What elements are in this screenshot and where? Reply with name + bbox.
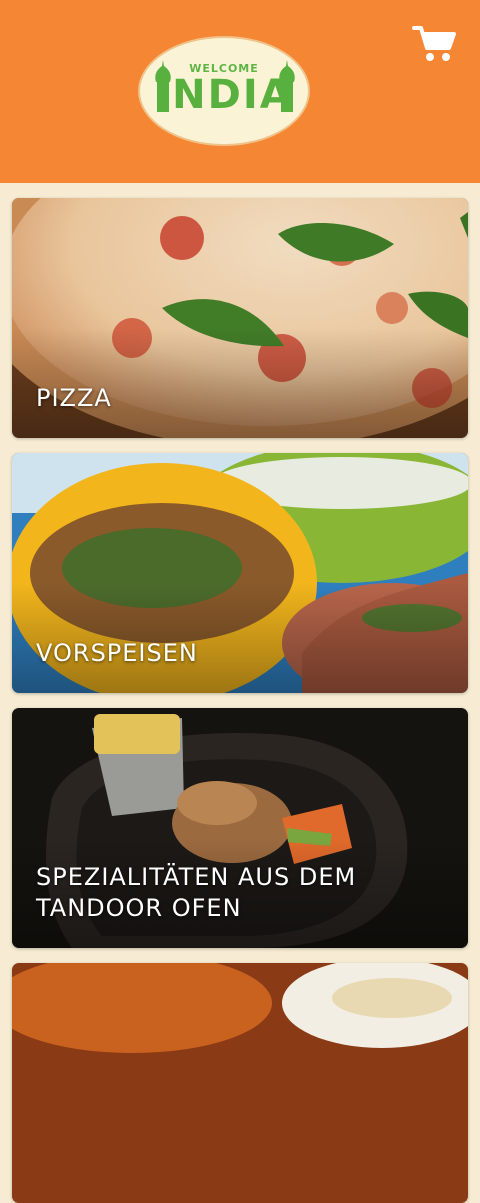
category-label: PIZZA: [36, 384, 112, 412]
app-header: WELCOME INDIA: [0, 0, 480, 183]
category-label: SPEZIALITÄTEN AUS DEM TANDOOR OFEN: [36, 863, 357, 922]
shopping-cart-icon[interactable]: [412, 24, 456, 64]
category-label: VORSPEISEN: [36, 639, 198, 667]
category-card-tandoor[interactable]: SPEZIALITÄTEN AUS DEM TANDOOR OFEN: [12, 708, 468, 948]
category-card-pizza[interactable]: PIZZA: [12, 198, 468, 438]
logo[interactable]: WELCOME INDIA: [138, 36, 310, 146]
logo-india-text: INDIA: [155, 72, 293, 118]
curry-rice-image: [12, 963, 468, 1203]
category-card-curry[interactable]: [12, 963, 468, 1203]
category-card-vorspeisen[interactable]: VORSPEISEN: [12, 453, 468, 693]
